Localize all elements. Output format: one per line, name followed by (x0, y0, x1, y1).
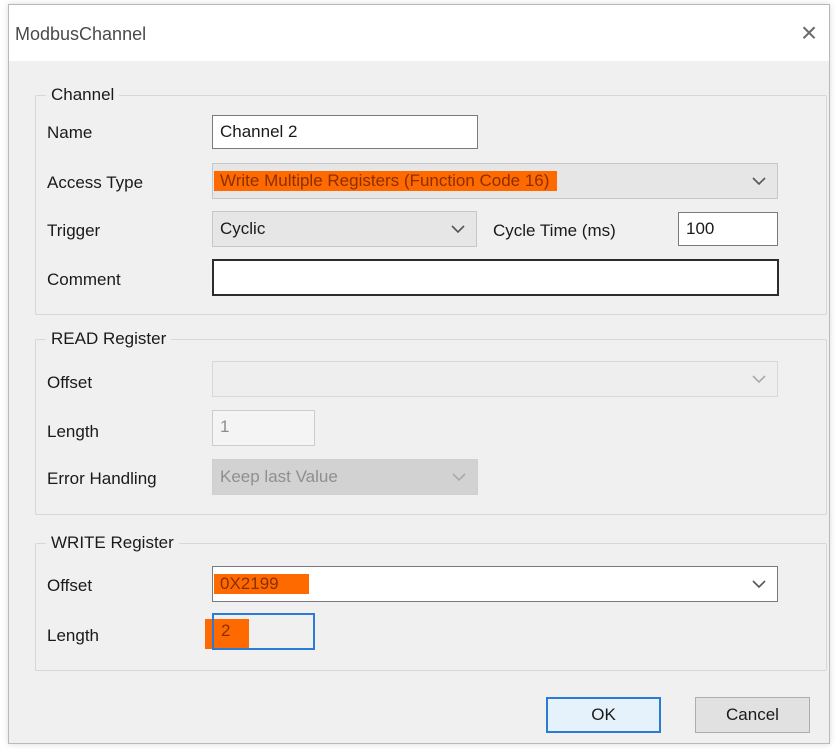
cancel-button[interactable]: Cancel (695, 697, 810, 733)
write-offset-label: Offset (47, 576, 93, 595)
write-length-input[interactable]: 2 (212, 613, 315, 650)
read-length-label: Length (47, 422, 99, 441)
write-register-group: WRITE Register (35, 533, 827, 671)
channel-group-title: Channel (46, 85, 120, 105)
cycle-time-value: 100 (686, 219, 715, 238)
read-register-group-title: READ Register (46, 329, 172, 349)
write-offset-value: 0X2199 (214, 574, 309, 594)
chevron-down-icon (751, 576, 767, 592)
window-title: ModbusChannel (15, 24, 147, 44)
name-input-value: Channel 2 (220, 122, 298, 141)
read-offset-select (212, 361, 778, 397)
trigger-label: Trigger (47, 221, 101, 240)
ok-button[interactable]: OK (546, 697, 661, 733)
cycle-time-input[interactable]: 100 (678, 212, 778, 246)
write-length-value: 2 (221, 621, 231, 640)
cancel-button-label: Cancel (726, 705, 779, 724)
trigger-value: Cyclic (220, 219, 266, 238)
error-handling-select: Keep last Value (212, 459, 478, 495)
title-bar: ModbusChannel × (9, 5, 829, 61)
trigger-select[interactable]: Cyclic (212, 211, 477, 247)
cycle-time-label: Cycle Time (ms) (493, 221, 616, 240)
error-handling-value: Keep last Value (220, 467, 338, 486)
access-type-label: Access Type (47, 173, 144, 192)
read-length-input: 1 (212, 410, 315, 446)
read-offset-label: Offset (47, 373, 93, 392)
modbus-channel-dialog: ModbusChannel × Channel Name Channel 2 A… (8, 4, 830, 744)
chevron-down-icon (751, 173, 767, 189)
chevron-down-icon (751, 371, 767, 387)
ok-button-label: OK (591, 705, 616, 724)
write-length-label: Length (47, 626, 99, 645)
name-input[interactable]: Channel 2 (212, 115, 478, 149)
read-length-value: 1 (220, 417, 230, 436)
chevron-down-icon (451, 469, 467, 485)
comment-label: Comment (47, 270, 121, 289)
name-label: Name (47, 123, 93, 142)
comment-input[interactable] (212, 259, 779, 296)
close-icon[interactable]: × (795, 19, 823, 47)
error-handling-label: Error Handling (47, 469, 157, 488)
write-register-group-title: WRITE Register (46, 533, 179, 553)
chevron-down-icon (450, 221, 466, 237)
access-type-select[interactable]: Write Multiple Registers (Function Code … (212, 163, 778, 199)
access-type-value: Write Multiple Registers (Function Code … (214, 171, 558, 191)
write-offset-select[interactable]: 0X2199 (212, 566, 778, 602)
